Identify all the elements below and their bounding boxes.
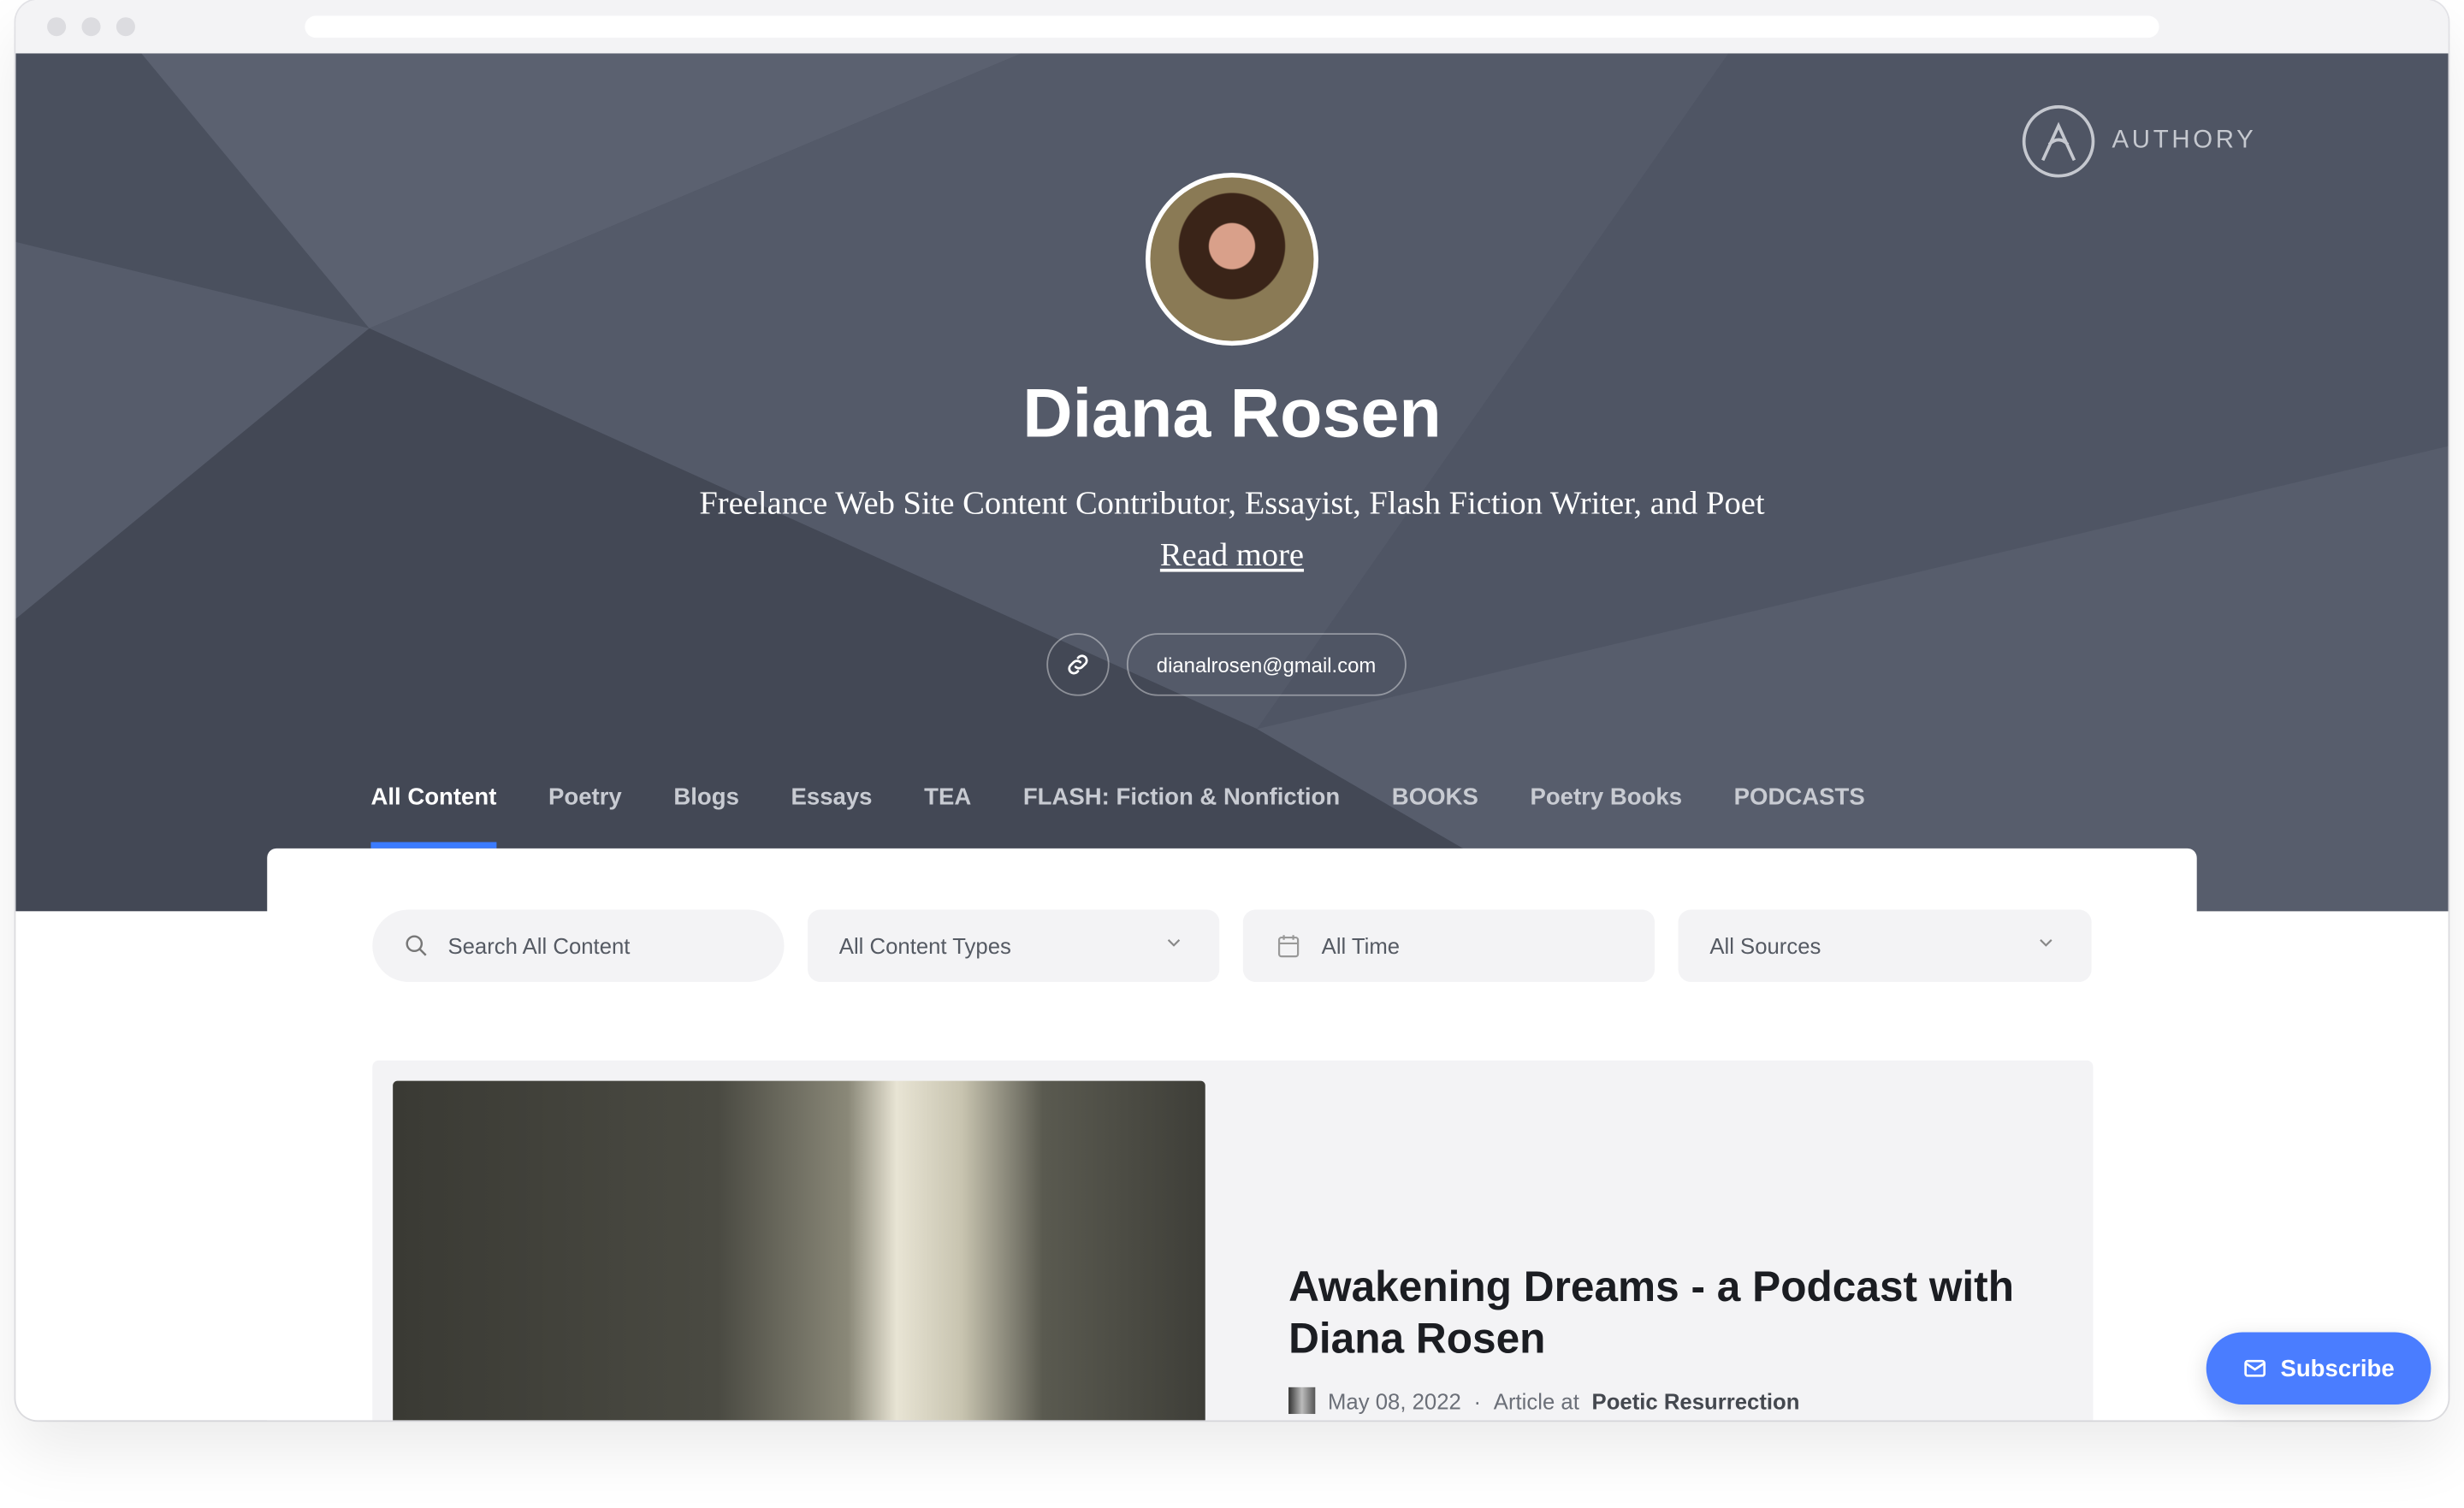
time-filter[interactable]: All Time xyxy=(1242,909,1656,982)
tab-poetry[interactable]: Poetry xyxy=(548,776,622,848)
post-card[interactable]: Awakening Dreams - a Podcast with Diana … xyxy=(372,1060,2094,1421)
post-meta: May 08, 2022 · Article at Poetic Resurre… xyxy=(1288,1387,1800,1415)
window-minimize-dot[interactable] xyxy=(81,17,101,37)
website-link-button[interactable] xyxy=(1046,633,1110,696)
tab-all-content[interactable]: All Content xyxy=(370,776,497,849)
mail-icon xyxy=(2244,1359,2266,1377)
tab-poetry-books[interactable]: Poetry Books xyxy=(1530,776,1682,848)
email-button[interactable]: dianalrosen@gmail.com xyxy=(1126,633,1407,696)
time-value: All Time xyxy=(1321,932,1401,959)
brand-name: AUTHORY xyxy=(2112,127,2257,154)
search-input[interactable]: Search All Content xyxy=(372,909,785,982)
chevron-down-icon xyxy=(2040,939,2052,947)
read-more-link[interactable]: Read more xyxy=(1160,535,1304,573)
window-maximize-dot[interactable] xyxy=(116,17,135,37)
authory-logo[interactable]: AUTHORY xyxy=(2021,103,2256,179)
post-date: May 08, 2022 xyxy=(1328,1387,1461,1414)
tab-essays[interactable]: Essays xyxy=(791,776,873,848)
authory-logo-icon xyxy=(2022,105,2095,178)
window-close-dot[interactable] xyxy=(47,17,67,37)
post-title[interactable]: Awakening Dreams - a Podcast with Diana … xyxy=(1288,1262,2043,1365)
post-type: Article at xyxy=(1493,1387,1579,1414)
profile-bio: Freelance Web Site Content Contributor, … xyxy=(676,477,1788,581)
search-icon xyxy=(406,935,427,956)
avatar xyxy=(1145,173,1318,346)
address-bar[interactable] xyxy=(305,15,2159,38)
sources-value: All Sources xyxy=(1709,932,1821,959)
profile-name: Diana Rosen xyxy=(1022,375,1442,452)
browser-toolbar xyxy=(15,0,2449,54)
subscribe-button[interactable]: Subscribe xyxy=(2206,1332,2431,1405)
tab-podcasts[interactable]: PODCASTS xyxy=(1734,776,1865,848)
meta-separator: · xyxy=(1473,1387,1482,1414)
content-tabs: All Content Poetry Blogs Essays TEA FLAS… xyxy=(370,776,1865,849)
chevron-down-icon xyxy=(1167,939,1181,947)
tab-books[interactable]: BOOKS xyxy=(1392,776,1478,848)
tab-flash[interactable]: FLASH: Fiction & Nonfiction xyxy=(1023,776,1340,848)
post-thumbnail[interactable] xyxy=(393,1080,1205,1421)
content-types-value: All Content Types xyxy=(838,932,1011,959)
search-placeholder: Search All Content xyxy=(447,932,631,959)
browser-window: AUTHORY Diana Rosen Freelance Web Site C… xyxy=(15,0,2449,1421)
tab-blogs[interactable]: Blogs xyxy=(673,776,739,848)
subscribe-label: Subscribe xyxy=(2280,1355,2395,1382)
bio-text: Freelance Web Site Content Contributor, … xyxy=(699,483,1765,522)
link-icon xyxy=(1068,654,1088,675)
post-source[interactable]: Poetic Resurrection xyxy=(1592,1388,1800,1413)
source-icon xyxy=(1288,1387,1316,1415)
sources-select[interactable]: All Sources xyxy=(1678,909,2092,982)
calendar-icon xyxy=(1277,935,1300,958)
profile-header: AUTHORY Diana Rosen Freelance Web Site C… xyxy=(15,53,2449,912)
content-types-select[interactable]: All Content Types xyxy=(808,909,1220,982)
tab-tea[interactable]: TEA xyxy=(924,776,971,848)
